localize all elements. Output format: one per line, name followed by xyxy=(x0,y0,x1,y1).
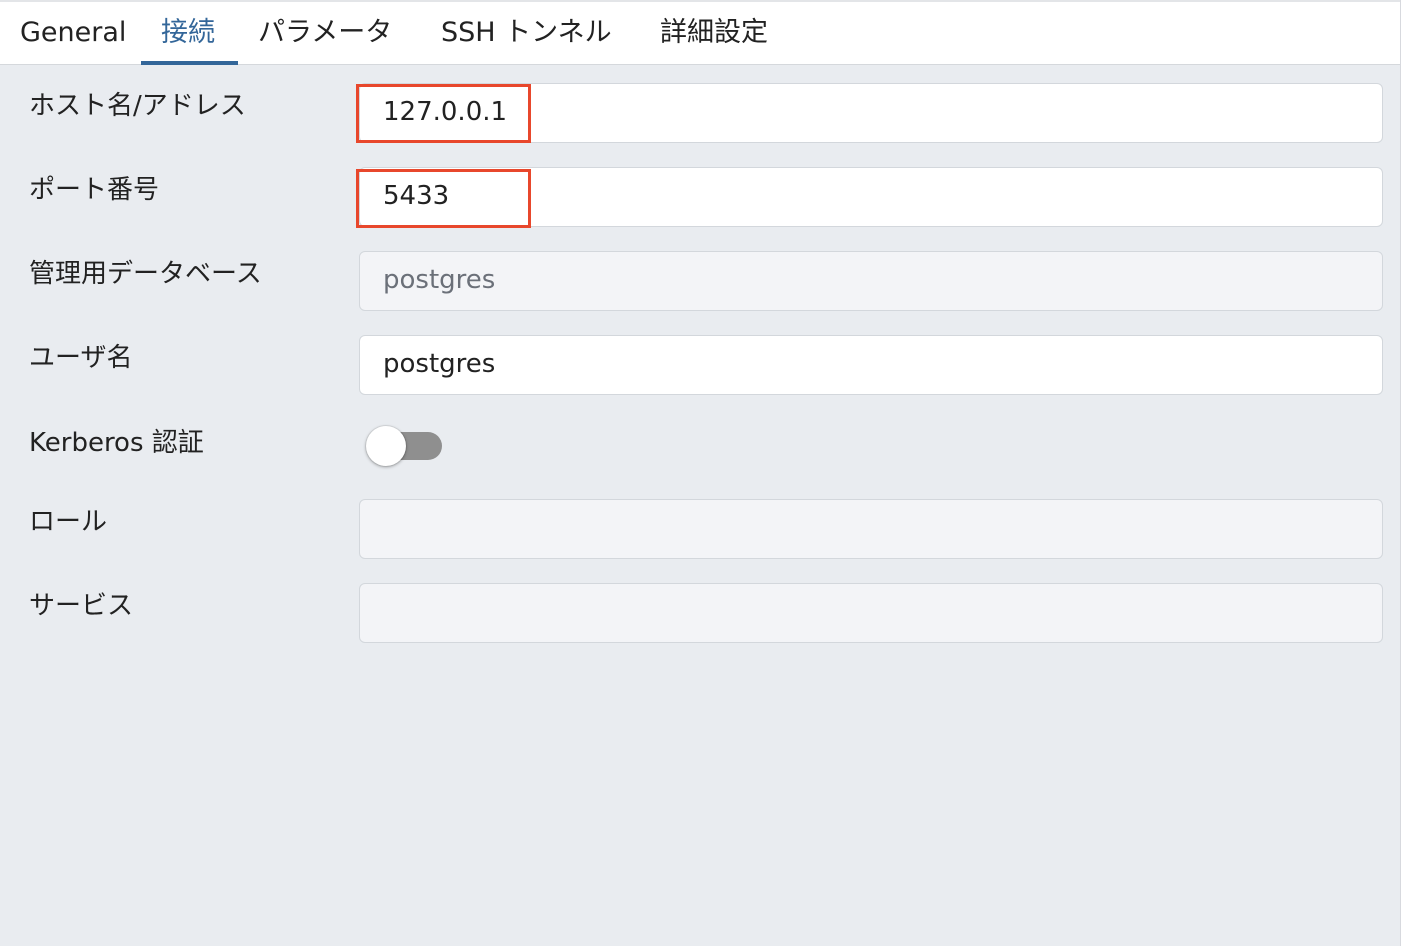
tab-parameters[interactable]: パラメータ xyxy=(258,14,392,64)
active-tab-indicator xyxy=(141,61,238,65)
service-input[interactable] xyxy=(359,583,1383,643)
kerberos-label: Kerberos 認証 xyxy=(29,428,204,458)
port-label: ポート番号 xyxy=(29,175,160,205)
tab-bar: General 接続 パラメータ SSH トンネル 詳細設定 xyxy=(0,0,1400,65)
role-input[interactable] xyxy=(359,499,1383,559)
service-label: サービス xyxy=(29,591,134,621)
tab-general[interactable]: General xyxy=(20,14,126,64)
tab-advanced[interactable]: 詳細設定 xyxy=(660,14,768,64)
port-input[interactable]: 5433 xyxy=(359,167,1383,227)
tab-connection[interactable]: 接続 xyxy=(161,14,215,64)
host-input[interactable]: 127.0.0.1 xyxy=(359,83,1383,143)
host-label: ホスト名/アドレス xyxy=(29,91,246,121)
maintenance-db-label: 管理用データベース xyxy=(29,259,262,289)
connection-dialog: General 接続 パラメータ SSH トンネル 詳細設定 ホスト名/アドレス… xyxy=(0,0,1401,946)
username-input[interactable]: postgres xyxy=(359,335,1383,395)
kerberos-toggle[interactable] xyxy=(366,424,444,468)
username-label: ユーザ名 xyxy=(29,343,133,373)
tab-ssh-tunnel[interactable]: SSH トンネル xyxy=(441,14,612,64)
role-label: ロール xyxy=(29,507,108,537)
toggle-knob xyxy=(366,426,406,466)
maintenance-db-input[interactable]: postgres xyxy=(359,251,1383,311)
